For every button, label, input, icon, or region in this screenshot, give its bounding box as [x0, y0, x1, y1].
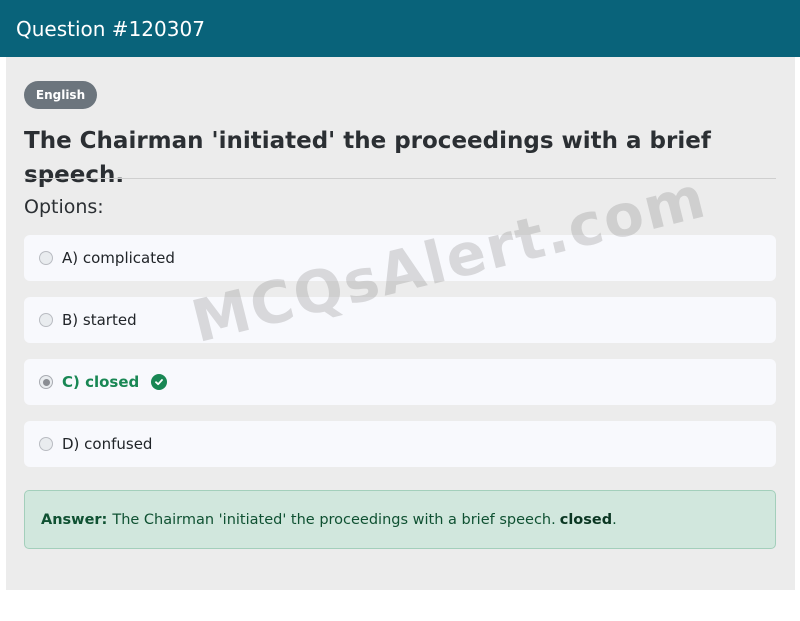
radio-button[interactable] — [39, 437, 53, 451]
question-text: The Chairman 'initiated' the proceedings… — [24, 128, 711, 188]
option-label: D) confused — [62, 435, 153, 453]
option-label: C) closed — [62, 373, 140, 391]
options-heading: Options: — [24, 196, 104, 218]
answer-text: The Chairman 'initiated' the proceedings… — [112, 511, 556, 528]
radio-button[interactable] — [39, 313, 53, 327]
question-number: Question #120307 — [16, 16, 205, 41]
question-header: Question #120307 — [0, 0, 800, 57]
answer-box: Answer: The Chairman 'initiated' the pro… — [24, 490, 776, 549]
option-a[interactable]: A) complicated — [24, 235, 776, 281]
option-label: B) started — [62, 311, 137, 329]
option-b[interactable]: B) started — [24, 297, 776, 343]
answer-correct-value: closed — [559, 511, 613, 528]
category-badge-label: English — [35, 88, 86, 102]
answer-suffix: . — [612, 511, 617, 528]
option-d[interactable]: D) confused — [24, 421, 776, 467]
check-circle-icon — [151, 374, 168, 390]
answer-label: Answer: — [41, 511, 108, 528]
option-c[interactable]: C) closed — [24, 359, 776, 405]
radio-button-selected[interactable] — [39, 375, 53, 389]
divider — [24, 178, 776, 179]
category-badge[interactable]: English — [24, 81, 97, 109]
radio-button[interactable] — [39, 251, 53, 265]
option-label: A) complicated — [62, 249, 175, 267]
